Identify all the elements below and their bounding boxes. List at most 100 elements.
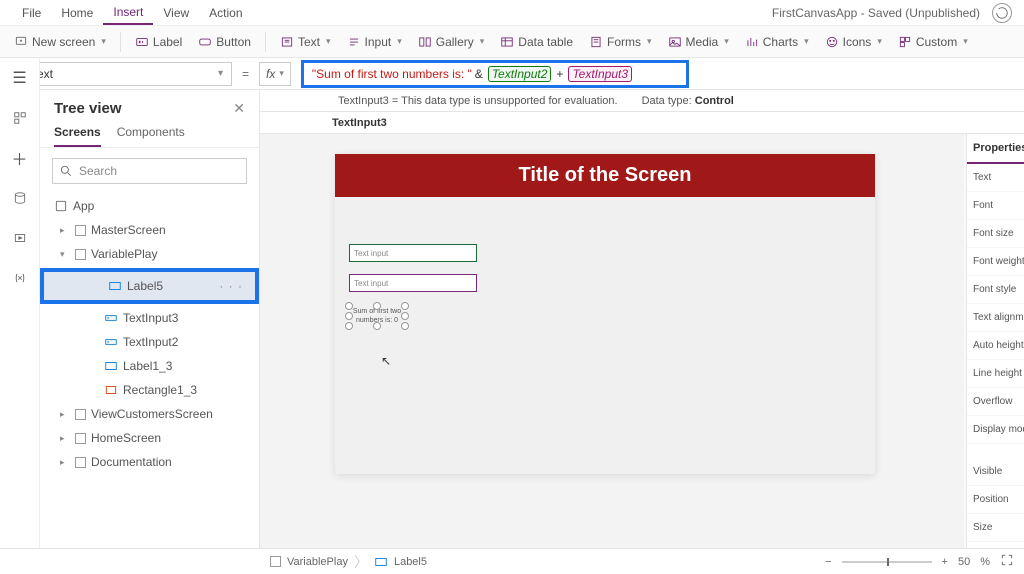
zoom-value: 50 bbox=[958, 556, 970, 568]
tree-node-textinput3[interactable]: TextInput3 bbox=[40, 306, 259, 330]
prop-font[interactable]: Font bbox=[967, 192, 1024, 220]
prop-auto-height[interactable]: Auto height bbox=[967, 332, 1024, 360]
resize-handle[interactable] bbox=[401, 322, 409, 330]
prop-size[interactable]: Size bbox=[967, 514, 1024, 542]
data-table-button[interactable]: Data table bbox=[494, 32, 579, 52]
prop-overflow[interactable]: Overflow bbox=[967, 388, 1024, 416]
resize-handle[interactable] bbox=[373, 322, 381, 330]
resize-handle[interactable] bbox=[401, 312, 409, 320]
fx-label: fx bbox=[266, 67, 275, 81]
prop-font-style[interactable]: Font style bbox=[967, 276, 1024, 304]
button-icon bbox=[198, 35, 212, 49]
data-table-icon bbox=[500, 35, 514, 49]
close-icon[interactable]: ✕ bbox=[233, 100, 245, 117]
data-icon[interactable] bbox=[8, 186, 32, 210]
zoom-slider[interactable] bbox=[842, 561, 932, 563]
tree-view-panel: Tree view ✕ Screens Components Search Ap… bbox=[40, 90, 260, 548]
resize-handle[interactable] bbox=[373, 302, 381, 310]
canvas-textinput-2[interactable]: Text input bbox=[349, 274, 477, 292]
breadcrumb-control[interactable]: Label5 bbox=[394, 556, 427, 568]
formula-input[interactable]: "Sum of first two numbers is: " & TextIn… bbox=[301, 60, 689, 88]
screen-checkbox[interactable] bbox=[75, 433, 86, 444]
fx-button[interactable]: fx ▾ bbox=[259, 62, 291, 86]
tree-node-homescreen[interactable]: ▸ HomeScreen bbox=[40, 426, 259, 450]
variables-icon[interactable] bbox=[8, 266, 32, 290]
tree-node-variableplay[interactable]: ▾ VariablePlay bbox=[40, 242, 259, 266]
chevron-right-icon[interactable]: ▸ bbox=[60, 409, 70, 420]
prop-position[interactable]: Position bbox=[967, 486, 1024, 514]
fit-screen-icon[interactable] bbox=[1000, 553, 1014, 570]
resize-handle[interactable] bbox=[345, 302, 353, 310]
search-icon bbox=[59, 164, 73, 178]
gallery-dropdown[interactable]: Gallery▾ bbox=[412, 32, 491, 52]
menu-view[interactable]: View bbox=[153, 0, 199, 25]
tree-node-app[interactable]: App bbox=[40, 194, 259, 218]
prop-display-mode[interactable]: Display mode bbox=[967, 416, 1024, 444]
chevron-right-icon[interactable]: ▸ bbox=[60, 225, 70, 236]
zoom-percent: % bbox=[980, 556, 990, 568]
add-icon[interactable]: ＋ bbox=[8, 146, 32, 170]
menu-insert[interactable]: Insert bbox=[103, 0, 153, 25]
textinput-icon bbox=[104, 311, 118, 325]
tree-node-label1-3[interactable]: Label1_3 bbox=[40, 354, 259, 378]
input-dropdown[interactable]: Input▾ bbox=[341, 32, 408, 52]
tab-components[interactable]: Components bbox=[117, 125, 185, 147]
menu-action[interactable]: Action bbox=[199, 0, 252, 25]
more-options-icon[interactable]: · · · bbox=[219, 279, 243, 293]
zoom-in-button[interactable]: + bbox=[942, 556, 948, 568]
resize-handle[interactable] bbox=[401, 302, 409, 310]
forms-icon bbox=[589, 35, 603, 49]
prop-text-align[interactable]: Text alignment bbox=[967, 304, 1024, 332]
breadcrumb-screen-icon bbox=[270, 556, 281, 567]
user-avatar[interactable] bbox=[992, 3, 1012, 23]
hamburger-icon[interactable]: ☰ bbox=[8, 66, 32, 90]
menu-file[interactable]: File bbox=[12, 0, 51, 25]
label-button[interactable]: Label bbox=[129, 32, 188, 52]
forms-dropdown[interactable]: Forms▾ bbox=[583, 32, 658, 52]
chevron-right-icon[interactable]: ▸ bbox=[60, 433, 70, 444]
tree-node-rectangle1-3[interactable]: Rectangle1_3 bbox=[40, 378, 259, 402]
text-dropdown[interactable]: Text▾ bbox=[274, 32, 337, 52]
tree-search-input[interactable]: Search bbox=[52, 158, 247, 184]
prop-visible[interactable]: Visible bbox=[967, 458, 1024, 486]
breadcrumb-screen[interactable]: VariablePlay bbox=[287, 556, 348, 568]
charts-dropdown[interactable]: Charts▾ bbox=[739, 32, 815, 52]
canvas-stage[interactable]: Title of the Screen Text input Text inpu… bbox=[335, 154, 875, 474]
tree-node-documentation[interactable]: ▸ Documentation bbox=[40, 450, 259, 474]
tree-view-icon[interactable] bbox=[8, 106, 32, 130]
screen-checkbox[interactable] bbox=[75, 225, 86, 236]
zoom-out-button[interactable]: − bbox=[825, 556, 831, 568]
resize-handle[interactable] bbox=[345, 312, 353, 320]
chevron-right-icon[interactable]: ▸ bbox=[60, 457, 70, 468]
canvas-label-selected[interactable]: Sum of first two numbers is: 0 bbox=[349, 306, 405, 326]
input-icon bbox=[347, 35, 361, 49]
custom-dropdown[interactable]: Custom▾ bbox=[892, 32, 974, 52]
canvas-textinput-1[interactable]: Text input bbox=[349, 244, 477, 262]
canvas-area[interactable]: Title of the Screen Text input Text inpu… bbox=[260, 134, 964, 548]
prop-line-height[interactable]: Line height bbox=[967, 360, 1024, 388]
media-rail-icon[interactable] bbox=[8, 226, 32, 250]
tree-node-textinput2[interactable]: TextInput2 bbox=[40, 330, 259, 354]
tree-view-title: Tree view bbox=[54, 100, 122, 117]
tree-node-viewcustomers[interactable]: ▸ ViewCustomersScreen bbox=[40, 402, 259, 426]
property-selector[interactable]: Text ▾ bbox=[22, 62, 232, 86]
prop-font-size[interactable]: Font size bbox=[967, 220, 1024, 248]
tab-screens[interactable]: Screens bbox=[54, 125, 101, 147]
label-icon bbox=[135, 35, 149, 49]
menu-home[interactable]: Home bbox=[51, 0, 103, 25]
properties-tab[interactable]: Properties bbox=[967, 134, 1024, 164]
icons-dropdown[interactable]: Icons▾ bbox=[819, 32, 888, 52]
prop-text[interactable]: Text bbox=[967, 164, 1024, 192]
media-dropdown[interactable]: Media▾ bbox=[662, 32, 735, 52]
resize-handle[interactable] bbox=[345, 322, 353, 330]
screen-checkbox[interactable] bbox=[75, 249, 86, 260]
screen-checkbox[interactable] bbox=[75, 457, 86, 468]
ribbon-toolbar: New screen▾ Label Button Text▾ Input▾ Ga… bbox=[0, 26, 1024, 58]
tree-node-label5[interactable]: Label5 · · · bbox=[44, 272, 255, 300]
tree-node-masterscreen[interactable]: ▸ MasterScreen bbox=[40, 218, 259, 242]
screen-checkbox[interactable] bbox=[75, 409, 86, 420]
chevron-down-icon[interactable]: ▾ bbox=[60, 249, 70, 260]
prop-font-weight[interactable]: Font weight bbox=[967, 248, 1024, 276]
new-screen-button[interactable]: New screen▾ bbox=[8, 32, 112, 52]
button-button[interactable]: Button bbox=[192, 32, 257, 52]
